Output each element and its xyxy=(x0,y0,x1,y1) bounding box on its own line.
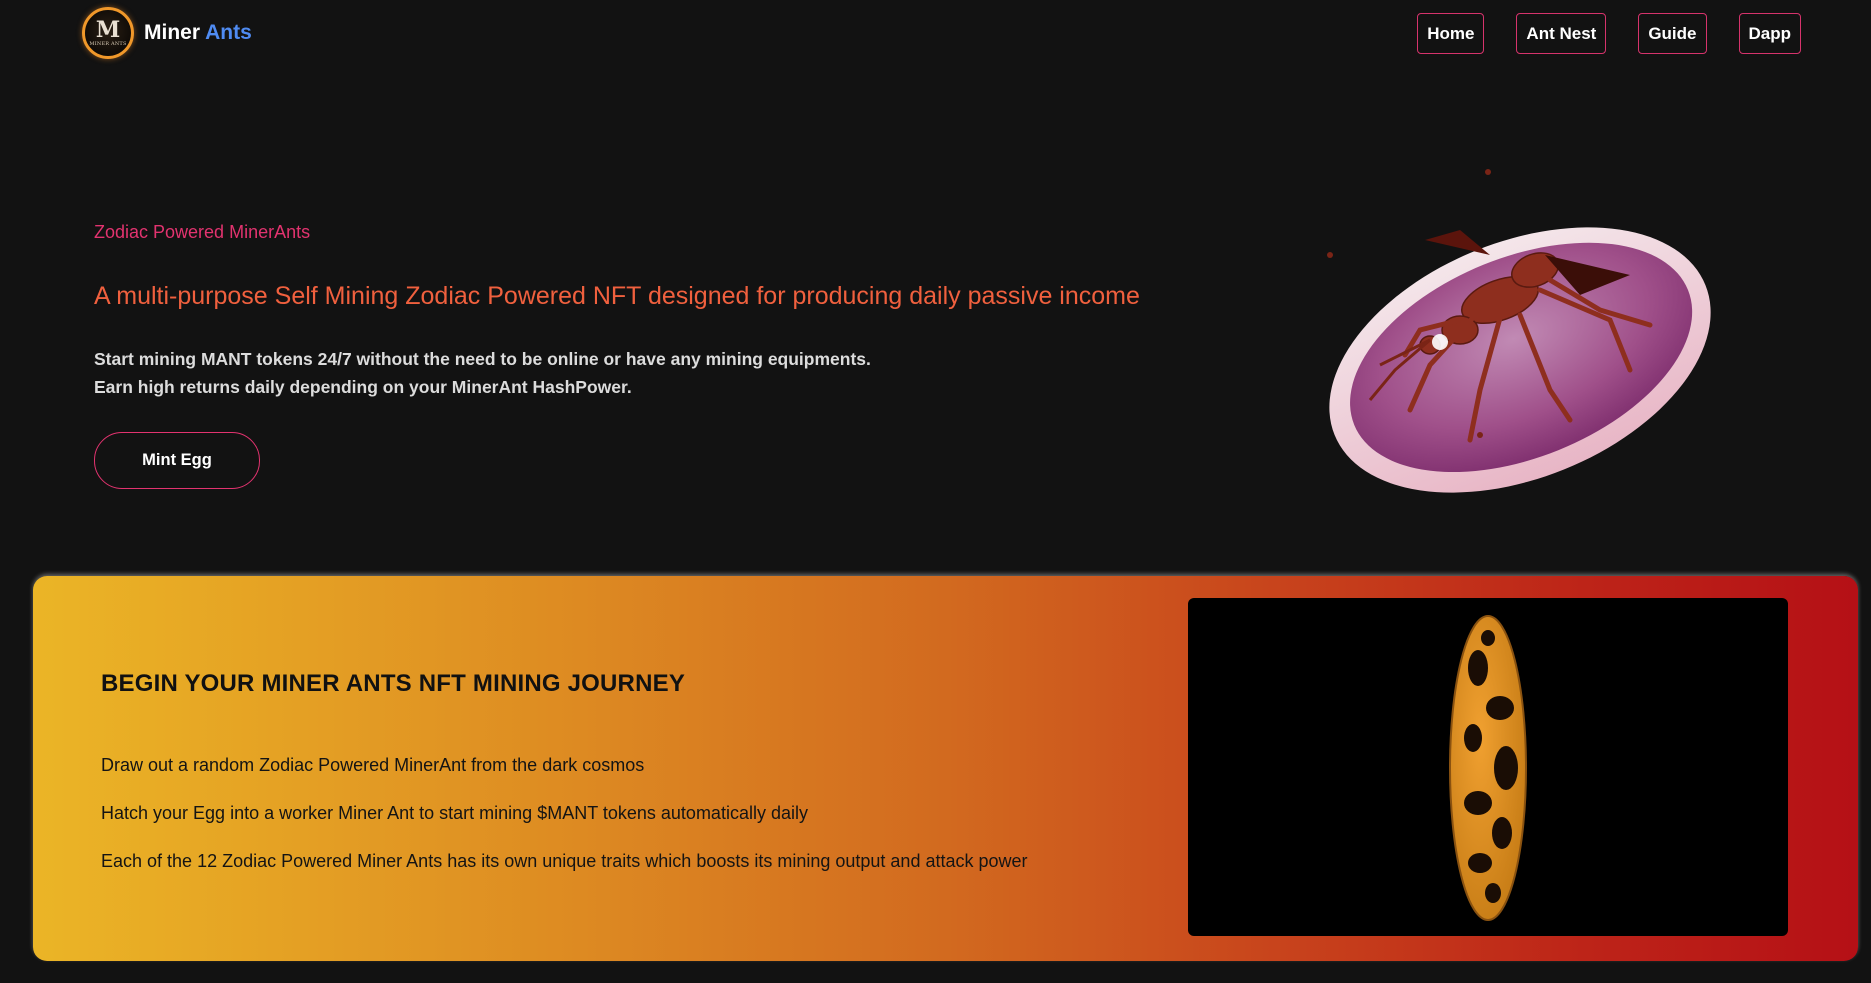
brand-name-first: Miner xyxy=(144,21,201,44)
journey-section: BEGIN YOUR MINER ANTS NFT MINING JOURNEY… xyxy=(33,576,1858,961)
spotted-egg-icon xyxy=(1449,615,1527,921)
ant-on-disc-image xyxy=(1310,152,1730,520)
egg-video[interactable] xyxy=(1188,598,1788,936)
hero-description: Start mining MANT tokens 24/7 without th… xyxy=(94,345,871,401)
journey-list: Draw out a random Zodiac Powered MinerAn… xyxy=(101,754,1028,898)
brand[interactable]: M MINER ANTS Miner Ants xyxy=(82,7,252,59)
nav-home-button[interactable]: Home xyxy=(1417,13,1485,54)
hero-description-line-2: Earn high returns daily depending on you… xyxy=(94,377,632,397)
journey-title: BEGIN YOUR MINER ANTS NFT MINING JOURNEY xyxy=(101,670,686,697)
brand-name-accent: Ants xyxy=(205,21,252,44)
nav-ant-nest-button[interactable]: Ant Nest xyxy=(1516,13,1607,54)
logo-text: MINER ANTS xyxy=(89,40,127,47)
nav-dapp-button[interactable]: Dapp xyxy=(1738,13,1801,54)
hero-description-line-1: Start mining MANT tokens 24/7 without th… xyxy=(94,349,871,369)
page: M MINER ANTS Miner Ants Home Ant Nest Gu… xyxy=(0,0,1871,983)
hero-tagline: Zodiac Powered MinerAnts xyxy=(94,222,311,242)
mint-egg-button[interactable]: Mint Egg xyxy=(94,432,260,489)
journey-item: Draw out a random Zodiac Powered MinerAn… xyxy=(101,755,645,775)
miner-ants-logo-icon: M MINER ANTS xyxy=(82,7,134,59)
navbar: M MINER ANTS Miner Ants Home Ant Nest Gu… xyxy=(0,0,1871,68)
logo-mark: M xyxy=(95,16,121,43)
nav-links: Home Ant Nest Guide Dapp xyxy=(1417,13,1801,54)
nav-guide-button[interactable]: Guide xyxy=(1638,13,1707,54)
journey-item: Hatch your Egg into a worker Miner Ant t… xyxy=(101,803,808,823)
ant-on-disc-icon xyxy=(1327,152,1711,493)
journey-item: Each of the 12 Zodiac Powered Miner Ants… xyxy=(101,851,1028,871)
hero-title: A multi-purpose Self Mining Zodiac Power… xyxy=(94,282,1140,310)
brand-name: Miner Ants xyxy=(144,21,252,45)
